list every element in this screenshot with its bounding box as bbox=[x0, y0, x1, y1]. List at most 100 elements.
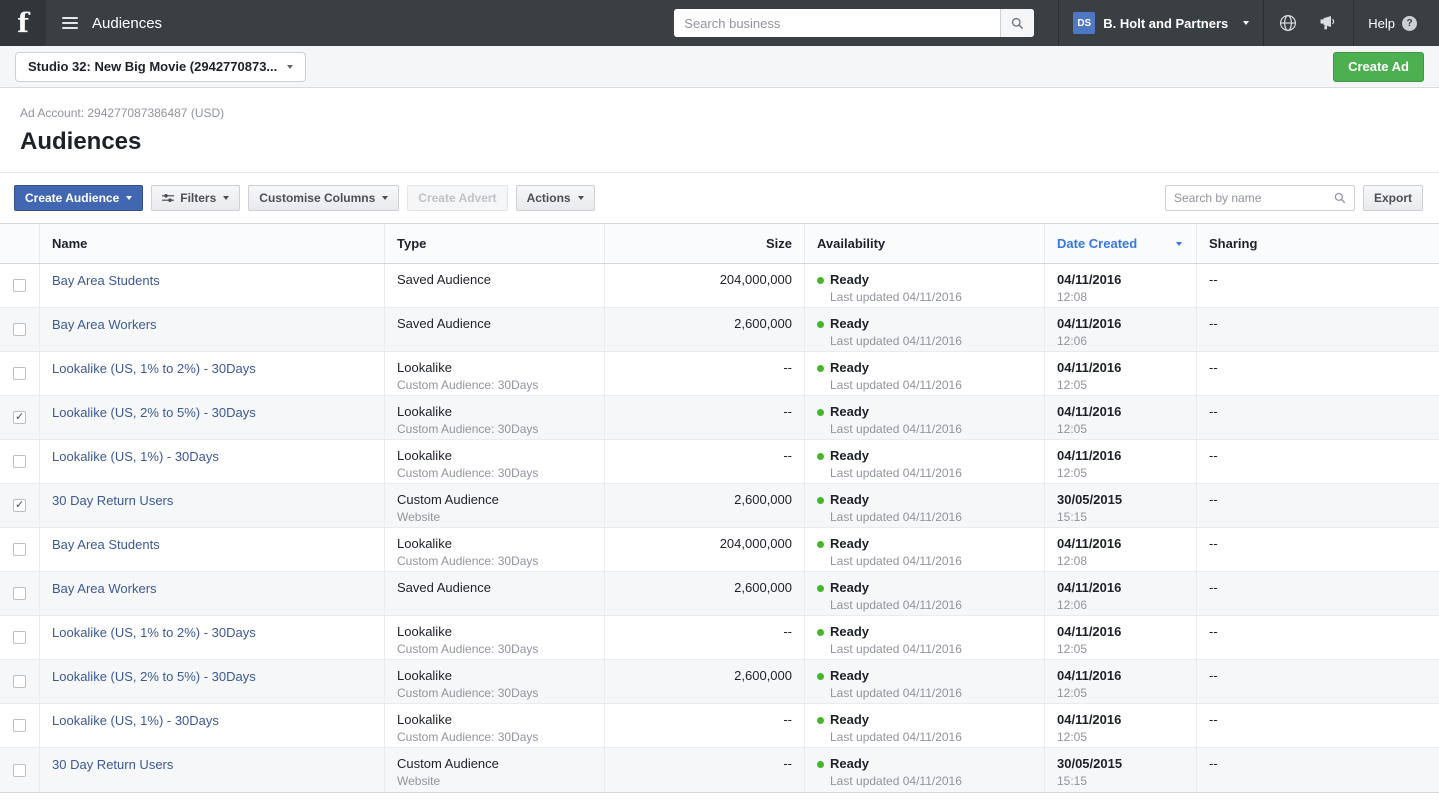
sharing-cell: -- bbox=[1209, 404, 1218, 419]
status-dot-icon bbox=[817, 496, 824, 504]
audience-name-link[interactable]: 30 Day Return Users bbox=[52, 493, 173, 508]
create-ad-button[interactable]: Create Ad bbox=[1333, 51, 1424, 82]
availability-status: Ready bbox=[830, 624, 870, 639]
audience-name-link[interactable]: Lookalike (US, 1% to 2%) - 30Days bbox=[52, 625, 256, 640]
create-advert-button[interactable]: Create Advert bbox=[407, 185, 508, 211]
type-cell: Custom Audience Website bbox=[385, 484, 605, 527]
create-audience-label: Create Audience bbox=[25, 191, 120, 205]
column-header-date-created[interactable]: Date Created bbox=[1045, 224, 1197, 263]
filter-icon bbox=[162, 193, 175, 203]
row-checkbox[interactable] bbox=[13, 455, 26, 468]
row-checkbox-cell bbox=[0, 660, 40, 703]
row-checkbox[interactable] bbox=[13, 763, 26, 777]
type-cell: Custom Audience Website bbox=[385, 748, 605, 792]
table-row: Bay Area Workers Saved Audience 2,600,00… bbox=[0, 308, 1439, 352]
export-label: Export bbox=[1373, 191, 1412, 205]
audience-name-link[interactable]: Lookalike (US, 2% to 5%) - 30Days bbox=[52, 669, 256, 684]
audience-name-link[interactable]: Lookalike (US, 2% to 5%) - 30Days bbox=[52, 405, 256, 420]
create-audience-button[interactable]: Create Audience bbox=[14, 185, 144, 211]
row-checkbox[interactable] bbox=[13, 498, 26, 512]
row-checkbox[interactable] bbox=[13, 410, 26, 424]
megaphone-icon[interactable] bbox=[1308, 0, 1349, 46]
filters-button[interactable]: Filters bbox=[151, 185, 241, 211]
row-checkbox[interactable] bbox=[13, 587, 26, 600]
row-checkbox[interactable] bbox=[13, 675, 26, 688]
size-cell: -- bbox=[605, 704, 805, 747]
audience-name-link[interactable]: Bay Area Students bbox=[52, 537, 160, 552]
row-checkbox[interactable] bbox=[13, 323, 26, 336]
ad-account-selector[interactable]: Studio 32: New Big Movie (2942770873... bbox=[15, 51, 307, 82]
row-checkbox-cell bbox=[0, 396, 40, 439]
column-header-size[interactable]: Size bbox=[605, 224, 805, 263]
audience-name-link[interactable]: Bay Area Workers bbox=[52, 581, 157, 596]
date-created-cell: 04/11/2016 12:08 bbox=[1045, 528, 1197, 571]
column-header-sharing[interactable]: Sharing bbox=[1197, 224, 1439, 263]
row-checkbox[interactable] bbox=[13, 719, 26, 732]
time-created-value: 12:05 bbox=[1057, 422, 1088, 436]
export-button[interactable]: Export bbox=[1362, 185, 1423, 211]
business-search-input[interactable] bbox=[674, 9, 1001, 37]
status-dot-icon bbox=[817, 628, 824, 636]
size-cell: 2,600,000 bbox=[605, 660, 805, 703]
audience-search-input[interactable] bbox=[1165, 191, 1334, 205]
customise-columns-button[interactable]: Customise Columns bbox=[248, 185, 400, 211]
audience-name-link[interactable]: 30 Day Return Users bbox=[52, 757, 173, 772]
chevron-down-icon bbox=[126, 196, 133, 200]
facebook-logo[interactable]: f bbox=[0, 0, 46, 46]
row-checkbox[interactable] bbox=[13, 543, 26, 556]
table-row: Lookalike (US, 1%) - 30Days Lookalike Cu… bbox=[0, 440, 1439, 484]
column-header-type[interactable]: Type bbox=[385, 224, 605, 263]
row-checkbox-cell bbox=[0, 528, 40, 571]
row-checkbox-cell bbox=[0, 572, 40, 615]
row-checkbox[interactable] bbox=[13, 279, 26, 292]
globe-icon[interactable] bbox=[1268, 0, 1308, 46]
menu-icon[interactable] bbox=[62, 17, 78, 29]
column-header-name[interactable]: Name bbox=[40, 224, 385, 263]
topbar-icons bbox=[1263, 0, 1353, 46]
chevron-down-icon bbox=[223, 196, 230, 200]
column-header-availability[interactable]: Availability bbox=[805, 224, 1045, 263]
size-cell: 2,600,000 bbox=[605, 484, 805, 527]
row-checkbox[interactable] bbox=[13, 631, 26, 644]
status-dot-icon bbox=[817, 716, 824, 724]
size-cell: -- bbox=[605, 616, 805, 659]
date-created-header-label: Date Created bbox=[1057, 236, 1138, 251]
row-checkbox-cell bbox=[0, 748, 40, 792]
availability-cell: Ready Last updated 04/11/2016 bbox=[805, 704, 1045, 747]
page-head: Ad Account: 294277087386487 (USD) Audien… bbox=[0, 88, 1439, 156]
availability-last-updated: Last updated 04/11/2016 bbox=[830, 730, 962, 744]
audience-name-link[interactable]: Lookalike (US, 1%) - 30Days bbox=[52, 449, 219, 464]
audience-name-link[interactable]: Bay Area Workers bbox=[52, 317, 157, 332]
audience-type: Lookalike bbox=[397, 668, 452, 683]
availability-status: Ready bbox=[830, 580, 870, 595]
business-search-button[interactable] bbox=[1000, 9, 1035, 37]
sharing-cell: -- bbox=[1209, 536, 1218, 551]
help-button[interactable]: Help ? bbox=[1353, 0, 1439, 46]
actions-button[interactable]: Actions bbox=[515, 185, 595, 211]
toolbar: Create Audience Filters Customise Column… bbox=[0, 173, 1439, 223]
time-created-value: 12:05 bbox=[1057, 730, 1088, 744]
row-checkbox[interactable] bbox=[13, 367, 26, 380]
audience-name-link[interactable]: Bay Area Students bbox=[52, 273, 160, 288]
table-row: Bay Area Students Lookalike Custom Audie… bbox=[0, 528, 1439, 572]
audience-name-link[interactable]: Lookalike (US, 1% to 2%) - 30Days bbox=[52, 361, 256, 376]
availability-cell: Ready Last updated 04/11/2016 bbox=[805, 440, 1045, 483]
availability-cell: Ready Last updated 04/11/2016 bbox=[805, 660, 1045, 703]
size-cell: -- bbox=[605, 396, 805, 439]
audience-name-link[interactable]: Lookalike (US, 1%) - 30Days bbox=[52, 713, 219, 728]
name-cell: 30 Day Return Users bbox=[40, 748, 385, 792]
business-account-menu[interactable]: DS B. Holt and Partners bbox=[1058, 0, 1263, 46]
status-dot-icon bbox=[817, 540, 824, 548]
availability-status: Ready bbox=[830, 448, 870, 463]
table-row: Bay Area Workers Saved Audience 2,600,00… bbox=[0, 572, 1439, 616]
audience-type: Lookalike bbox=[397, 360, 452, 375]
time-created-value: 12:08 bbox=[1057, 290, 1088, 304]
audience-type-detail: Custom Audience: 30Days bbox=[397, 730, 539, 744]
availability-cell: Ready Last updated 04/11/2016 bbox=[805, 572, 1045, 615]
size-cell: -- bbox=[605, 440, 805, 483]
date-created-value: 04/11/2016 bbox=[1057, 272, 1122, 287]
type-cell: Saved Audience bbox=[385, 572, 605, 615]
availability-cell: Ready Last updated 04/11/2016 bbox=[805, 396, 1045, 439]
size-cell: 2,600,000 bbox=[605, 308, 805, 351]
availability-cell: Ready Last updated 04/11/2016 bbox=[805, 484, 1045, 527]
